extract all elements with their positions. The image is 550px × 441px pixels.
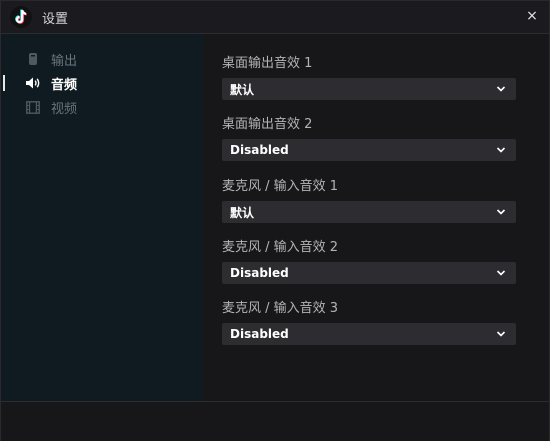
sidebar-item-video[interactable]: 视频 xyxy=(1,95,204,119)
mic-audio-1-select[interactable]: 默认 xyxy=(222,201,516,223)
dialog-footer xyxy=(1,401,549,441)
desktop-audio-2-select[interactable]: Disabled xyxy=(222,139,516,161)
title-bar: 设置 × xyxy=(1,1,549,34)
settings-sidebar: 输出 音频 视频 xyxy=(1,34,204,401)
desktop-audio-1-select[interactable]: 默认 xyxy=(222,78,516,100)
select-value: Disabled xyxy=(230,143,289,157)
mic-audio-2-select[interactable]: Disabled xyxy=(222,262,516,284)
desktop-audio-2-label: 桌面输出音效 2 xyxy=(222,117,313,132)
mic-audio-3-label: 麦克风 / 输入音效 3 xyxy=(222,301,339,316)
sidebar-item-audio[interactable]: 音频 xyxy=(1,71,204,95)
sidebar-item-label: 视频 xyxy=(51,101,78,117)
close-icon: × xyxy=(526,8,538,24)
window-title: 设置 xyxy=(42,11,69,27)
mic-audio-3-select[interactable]: Disabled xyxy=(222,323,516,345)
select-value: Disabled xyxy=(230,266,289,280)
mic-audio-2-label: 麦克风 / 输入音效 2 xyxy=(222,240,339,255)
output-icon xyxy=(25,51,41,67)
settings-window: 设置 × 输出 音频 视频 桌面输出音效 1 默认 桌面输出音效 2 Disab… xyxy=(0,0,550,441)
audio-settings-panel: 桌面输出音效 1 默认 桌面输出音效 2 Disabled 麦克风 / 输入音效… xyxy=(204,34,549,401)
chevron-down-icon xyxy=(496,270,506,276)
chevron-down-icon xyxy=(496,86,506,92)
sidebar-item-label: 输出 xyxy=(51,53,78,69)
speaker-icon xyxy=(25,75,41,91)
app-logo-icon xyxy=(10,6,32,28)
film-icon xyxy=(25,99,41,115)
close-button[interactable]: × xyxy=(525,9,539,23)
mic-audio-1-label: 麦克风 / 输入音效 1 xyxy=(222,179,339,194)
select-value: Disabled xyxy=(230,327,289,341)
active-indicator xyxy=(3,75,5,91)
chevron-down-icon xyxy=(496,331,506,337)
select-value: 默认 xyxy=(230,205,255,220)
chevron-down-icon xyxy=(496,147,506,153)
sidebar-item-label: 音频 xyxy=(51,77,78,93)
desktop-audio-1-label: 桌面输出音效 1 xyxy=(222,56,313,71)
sidebar-item-output[interactable]: 输出 xyxy=(1,47,204,71)
chevron-down-icon xyxy=(496,209,506,215)
select-value: 默认 xyxy=(230,82,255,97)
